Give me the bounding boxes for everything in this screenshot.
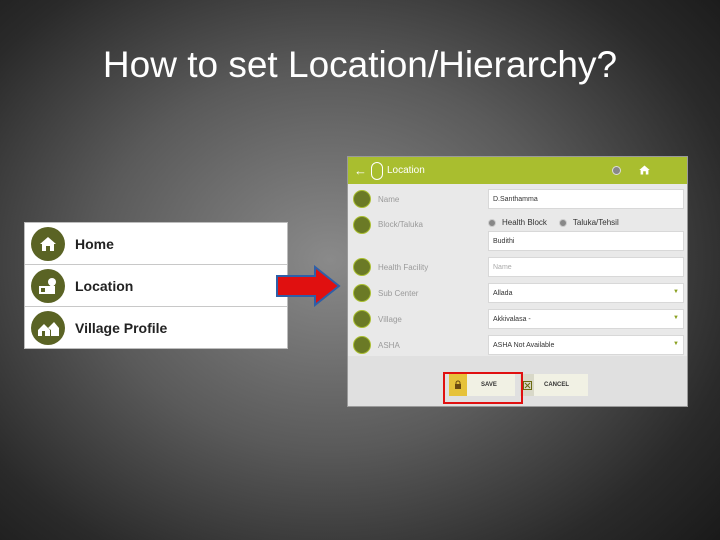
dropdown-caret-icon: ▼: [673, 315, 679, 321]
name-field[interactable]: D.Santhamma: [488, 189, 684, 209]
app-header: ← Location: [348, 157, 687, 184]
dropdown-caret-icon: ▼: [673, 341, 679, 347]
subcenter-select[interactable]: Allada ▼: [488, 283, 684, 303]
block-field[interactable]: Budithi: [488, 231, 684, 251]
village-label: Village: [378, 315, 402, 324]
subcenter-row: Sub Center Allada ▼: [348, 281, 687, 305]
health-block-radio[interactable]: [488, 218, 496, 227]
save-highlight-box: [443, 372, 523, 404]
asha-row: ASHA ASHA Not Available ▼: [348, 333, 687, 357]
menu-item-village-profile[interactable]: Village Profile: [25, 307, 287, 349]
location-icon: [31, 268, 65, 303]
asha-label: ASHA: [378, 341, 400, 350]
slide-title: How to set Location/Hierarchy?: [102, 44, 618, 85]
cancel-button[interactable]: CANCEL: [520, 374, 588, 396]
menu-label: Location: [75, 277, 134, 294]
nav-menu: Home Location Village Profile: [24, 222, 288, 349]
village-icon: [353, 310, 371, 328]
taluka-label: Taluka/Tehsil: [572, 218, 619, 227]
home-icon[interactable]: [638, 163, 651, 181]
facility-row: Health Facility Name: [348, 255, 687, 279]
village-row: Village Akkivalasa - ▼: [348, 307, 687, 331]
block-type-radio-group: Health Block Taluka/Tehsil: [488, 218, 631, 227]
facility-field[interactable]: Name: [488, 257, 684, 277]
dropdown-caret-icon: ▼: [673, 289, 679, 295]
person-icon: [353, 190, 371, 208]
arrow-right-icon: [276, 265, 341, 307]
subcenter-icon: [353, 284, 371, 302]
block-icon: [353, 216, 371, 234]
menu-label: Village Profile: [75, 320, 168, 336]
menu-item-home[interactable]: Home: [25, 223, 287, 265]
asha-value: ASHA Not Available: [493, 341, 555, 349]
taluka-radio[interactable]: [558, 218, 567, 227]
facility-icon: [353, 258, 371, 276]
asha-icon: [353, 336, 371, 354]
name-row: Name D.Santhamma: [348, 187, 687, 211]
menu-label: Home: [75, 235, 114, 252]
app-logo-icon: [371, 161, 383, 180]
block-row: Block/Taluka Health Block Taluka/Tehsil …: [348, 213, 687, 253]
app-title: Location: [387, 165, 425, 176]
block-label: Block/Taluka: [378, 220, 423, 229]
health-block-label: Health Block: [502, 218, 547, 227]
facility-label: Health Facility: [378, 263, 429, 272]
subcenter-label: Sub Center: [378, 289, 419, 298]
menu-item-location[interactable]: Location: [25, 265, 287, 307]
status-dot-icon[interactable]: [612, 166, 621, 175]
back-arrow-icon[interactable]: ←: [354, 163, 367, 178]
subcenter-value: Allada: [493, 289, 513, 297]
village-icon: [31, 311, 65, 345]
location-screen: ← Location Name D.Santhamma Block/Taluka…: [347, 156, 688, 407]
asha-select[interactable]: ASHA Not Available ▼: [488, 335, 684, 355]
home-icon: [31, 226, 65, 261]
cancel-label: CANCEL: [544, 382, 569, 388]
village-select[interactable]: Akkivalasa - ▼: [488, 309, 684, 329]
name-label: Name: [378, 195, 400, 204]
village-value: Akkivalasa -: [493, 315, 531, 323]
